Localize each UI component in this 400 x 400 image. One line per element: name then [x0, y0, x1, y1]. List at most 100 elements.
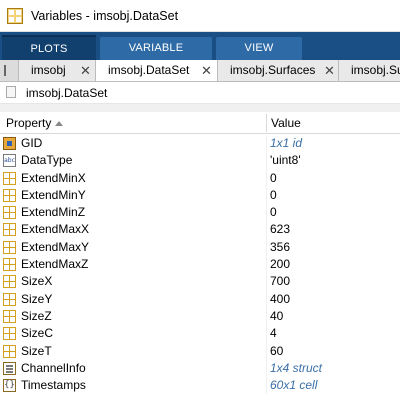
- doc-tab-label: imsobj.Su: [351, 63, 400, 77]
- close-icon[interactable]: ✕: [80, 60, 91, 81]
- property-value: 40: [270, 308, 284, 323]
- table-row[interactable]: ExtendMinY 0: [0, 186, 400, 205]
- property-name: ExtendMinZ: [21, 205, 86, 220]
- doc-tab-label: imsobj.Surfaces: [230, 63, 316, 77]
- table-body: GID 1x1 id abc DataType'uint8' ExtendMinX 0 Ex…: [0, 135, 400, 395]
- variables-app-icon: [7, 8, 23, 24]
- numeric-grid-icon: [3, 258, 16, 272]
- column-divider: [266, 359, 267, 378]
- tab-strip-handle[interactable]: [0, 60, 12, 81]
- column-divider: [266, 204, 267, 222]
- property-table: Property Value GID 1x1 id abc DataType 'uint…: [0, 112, 400, 400]
- table-row[interactable]: SizeT 60: [0, 342, 400, 360]
- table-row[interactable]: SizeY 400: [0, 290, 400, 308]
- cell-icon: {}: [3, 379, 16, 393]
- doc-tab-imsobj[interactable]: imsobj ✕: [18, 60, 96, 81]
- property-name: SizeC: [21, 326, 54, 341]
- doc-tab-imsobj-dataset[interactable]: imsobj.DataSet ✕: [95, 60, 219, 81]
- table-row[interactable]: abc DataType 'uint8': [0, 152, 400, 170]
- table-row[interactable]: SizeC 4: [0, 325, 400, 343]
- column-divider: [266, 256, 267, 274]
- breadcrumb: imsobj.DataSet: [26, 86, 108, 100]
- numeric-grid-icon: [3, 171, 16, 185]
- property-name: Timestamps: [21, 378, 86, 393]
- column-divider: [266, 273, 267, 291]
- property-value: 0: [270, 205, 277, 220]
- property-value: 60: [270, 343, 284, 358]
- column-divider: [266, 377, 267, 395]
- numeric-grid-icon: [3, 223, 16, 237]
- column-divider: [266, 342, 267, 360]
- column-header-value[interactable]: Value: [271, 112, 301, 134]
- numeric-grid-icon: [3, 344, 16, 358]
- ribbon-tab-bar: PLOTS VARIABLE VIEW: [0, 32, 400, 62]
- property-value: 400: [270, 291, 291, 306]
- property-value: 623: [270, 222, 291, 237]
- property-name: GID: [21, 136, 43, 150]
- column-divider: [266, 325, 267, 343]
- table-row[interactable]: ExtendMaxX 623: [0, 221, 400, 239]
- property-name: ChannelInfo: [21, 360, 86, 375]
- table-row[interactable]: ExtendMaxZ 200: [0, 256, 400, 274]
- property-value[interactable]: 60x1 cell: [270, 377, 317, 394]
- variable-path-bar: imsobj.DataSet: [0, 82, 400, 104]
- column-divider: [266, 135, 267, 153]
- column-divider: [266, 221, 267, 239]
- table-row[interactable]: ExtendMinZ 0: [0, 204, 400, 222]
- property-value[interactable]: 1x4 struct: [270, 360, 322, 377]
- table-row[interactable]: ChannelInfo 1x4 struct: [0, 359, 400, 378]
- property-name: SizeY: [21, 291, 53, 306]
- document-icon: [6, 86, 16, 98]
- title-bar: Variables - imsobj.DataSet: [0, 0, 400, 32]
- tab-variable[interactable]: VARIABLE: [100, 37, 212, 60]
- document-tab-strip: imsobj ✕ imsobj.DataSet ✕ imsobj.Surface…: [0, 60, 400, 82]
- property-value: 356: [270, 239, 291, 254]
- close-icon[interactable]: ✕: [201, 60, 212, 81]
- table-row[interactable]: {} Timestamps 60x1 cell: [0, 377, 400, 395]
- column-divider: [266, 186, 267, 205]
- property-name: ExtendMaxY: [21, 239, 90, 254]
- doc-tab-label: imsobj: [31, 63, 66, 77]
- tab-plots[interactable]: PLOTS: [2, 35, 96, 62]
- table-row[interactable]: SizeX 700: [0, 273, 400, 291]
- tab-view[interactable]: VIEW: [216, 37, 302, 60]
- property-name: ExtendMaxZ: [21, 257, 89, 272]
- table-row[interactable]: ExtendMinX 0: [0, 169, 400, 187]
- close-icon[interactable]: ✕: [324, 60, 335, 81]
- numeric-grid-icon: [3, 188, 16, 202]
- property-value: 4: [270, 326, 277, 341]
- table-row[interactable]: GID 1x1 id: [0, 135, 400, 153]
- object-icon: [3, 137, 16, 150]
- separator: [0, 104, 400, 112]
- numeric-grid-icon: [3, 206, 16, 220]
- column-divider: [266, 152, 267, 170]
- numeric-grid-icon: [3, 309, 16, 323]
- doc-tab-label: imsobj.DataSet: [108, 63, 190, 77]
- column-divider: [266, 290, 267, 308]
- column-header-label: Property: [6, 116, 52, 130]
- property-value: 200: [270, 257, 291, 272]
- numeric-grid-icon: [3, 292, 16, 306]
- struct-icon: [3, 361, 16, 375]
- property-name: DataType: [21, 153, 73, 168]
- property-value: 'uint8': [270, 153, 301, 168]
- property-name: SizeZ: [21, 308, 52, 323]
- table-row[interactable]: SizeZ 40: [0, 307, 400, 326]
- sort-ascending-icon: [55, 121, 64, 126]
- property-value: 700: [270, 274, 291, 289]
- column-divider: [266, 307, 267, 326]
- window-title: Variables - imsobj.DataSet: [31, 9, 179, 23]
- numeric-grid-icon: [3, 240, 16, 254]
- property-value[interactable]: 1x1 id: [270, 135, 302, 152]
- column-divider[interactable]: [266, 114, 267, 132]
- property-name: SizeX: [21, 274, 53, 289]
- numeric-grid-icon: [3, 327, 16, 341]
- doc-tab-imsobj-su[interactable]: imsobj.Su: [338, 60, 400, 81]
- column-divider: [266, 238, 267, 257]
- doc-tab-imsobj-surfaces[interactable]: imsobj.Surfaces ✕: [217, 60, 339, 81]
- table-row[interactable]: ExtendMaxY 356: [0, 238, 400, 257]
- column-header-property[interactable]: Property: [6, 112, 64, 134]
- property-name: ExtendMinY: [21, 187, 86, 202]
- property-name: ExtendMinX: [21, 170, 86, 185]
- numeric-grid-icon: [3, 275, 16, 289]
